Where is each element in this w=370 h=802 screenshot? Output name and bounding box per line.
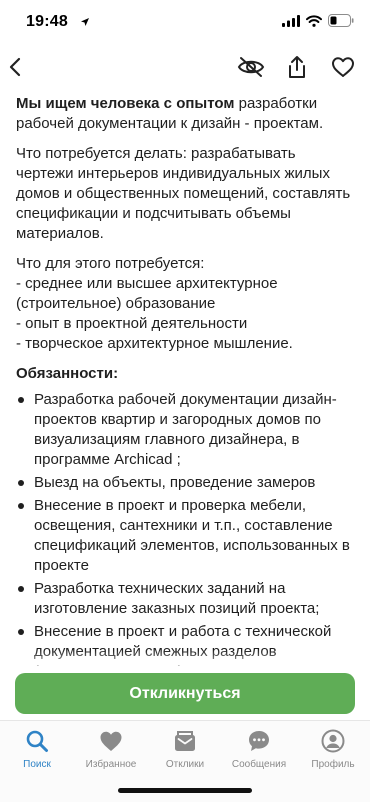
status-time: 19:48	[26, 13, 68, 30]
tab-label: Поиск	[23, 759, 51, 770]
bullet-icon	[18, 629, 24, 635]
tab-label: Избранное	[85, 759, 137, 770]
tab-label: Профиль	[311, 759, 355, 770]
chat-icon	[222, 727, 296, 755]
tab-label: Сообщения	[231, 759, 287, 770]
list-item-text: Разработка рабочей документации дизайн-п…	[34, 391, 337, 468]
list-item: Выезд на объекты, проведение замеров	[16, 473, 354, 493]
requirements-line: Что для этого потребуется:	[16, 255, 205, 272]
tab-profile[interactable]: Профиль	[296, 727, 370, 770]
favorite-heart-icon[interactable]	[328, 52, 358, 82]
vacancy-description: Мы ищем человека с опытом разработки раб…	[16, 94, 354, 685]
status-bar: 19:48	[0, 0, 370, 44]
tab-responses[interactable]: Отклики	[148, 727, 222, 770]
responsibilities-list: Разработка рабочей документации дизайн-п…	[16, 390, 354, 682]
tab-label: Отклики	[165, 759, 205, 770]
requirements-line: - опыт в проектной деятельности	[16, 315, 248, 332]
intro-bold-text: Мы ищем человека с опытом	[16, 95, 235, 112]
signal-icon	[282, 14, 300, 32]
hide-eye-icon[interactable]	[236, 52, 266, 82]
intro-paragraph: Мы ищем человека с опытом разработки раб…	[16, 94, 354, 134]
heart-icon	[74, 727, 148, 755]
back-chevron-icon[interactable]	[0, 52, 30, 82]
requirements-paragraph: Что для этого потребуется: - среднее или…	[16, 254, 354, 354]
tab-favorites[interactable]: Избранное	[74, 727, 148, 770]
top-nav-bar	[0, 44, 370, 90]
tab-messages[interactable]: Сообщения	[222, 727, 296, 770]
list-item: Внесение в проект и проверка мебели, осв…	[16, 496, 354, 576]
wifi-icon	[306, 14, 322, 32]
list-item: Разработка рабочей документации дизайн-п…	[16, 390, 354, 470]
requirements-line: - творческое архитектурное мышление.	[16, 335, 293, 352]
bullet-icon	[18, 480, 24, 486]
profile-icon	[296, 727, 370, 755]
bullet-icon	[18, 503, 24, 509]
responsibilities-title: Обязанности:	[16, 365, 119, 382]
tab-search[interactable]: Поиск	[0, 727, 74, 770]
location-arrow-icon	[80, 14, 90, 32]
bullet-icon	[18, 586, 24, 592]
bullet-icon	[18, 397, 24, 403]
list-item-text: Выезд на объекты, проведение замеров	[34, 474, 316, 491]
home-indicator	[118, 788, 252, 793]
requirements-line: - среднее или высшее архитектурное (стро…	[16, 275, 278, 312]
responses-icon	[148, 727, 222, 755]
share-icon[interactable]	[282, 52, 312, 82]
list-item: Разработка технических заданий на изгото…	[16, 579, 354, 619]
list-item-text: Внесение в проект и проверка мебели, осв…	[34, 497, 350, 574]
search-icon	[0, 727, 74, 755]
apply-button[interactable]: Откликнуться	[15, 673, 355, 714]
list-item-text: Разработка технических заданий на изгото…	[34, 580, 320, 617]
battery-icon	[328, 14, 354, 32]
apply-bar: Откликнуться	[0, 666, 370, 720]
tasks-paragraph: Что потребуется делать: разрабатывать че…	[16, 145, 351, 242]
